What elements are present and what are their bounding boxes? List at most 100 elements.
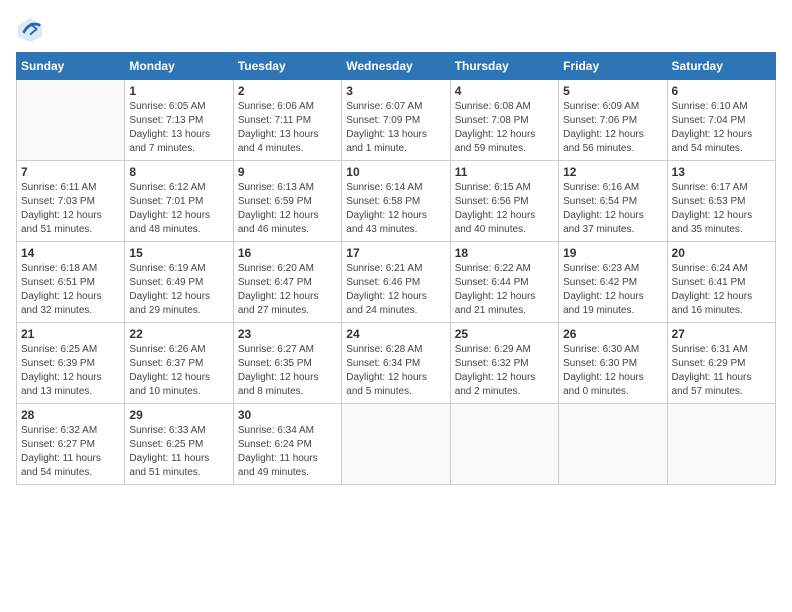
calendar-cell: 20 Sunrise: 6:24 AM Sunset: 6:41 PM Dayli… [667,242,775,323]
day-of-week-header: Thursday [450,53,558,80]
day-of-week-header: Wednesday [342,53,450,80]
day-of-week-header: Saturday [667,53,775,80]
day-info: Sunrise: 6:31 AM Sunset: 6:29 PM Dayligh… [672,343,771,399]
calendar-header-row: SundayMondayTuesdayWednesdayThursdayFrid… [17,53,776,80]
day-number: 25 [455,327,554,341]
day-info: Sunrise: 6:24 AM Sunset: 6:41 PM Dayligh… [672,262,771,318]
logo [16,16,48,44]
day-number: 8 [129,165,228,179]
day-number: 14 [21,246,120,260]
day-info: Sunrise: 6:33 AM Sunset: 6:25 PM Dayligh… [129,424,228,480]
day-number: 17 [346,246,445,260]
day-info: Sunrise: 6:19 AM Sunset: 6:49 PM Dayligh… [129,262,228,318]
day-number: 6 [672,84,771,98]
day-number: 7 [21,165,120,179]
calendar-week-row: 1 Sunrise: 6:05 AM Sunset: 7:13 PM Daylig… [17,80,776,161]
calendar-cell: 6Sunrise: 6:10 AM Sunset: 7:04 PM Daylig… [667,80,775,161]
calendar-week-row: 28 Sunrise: 6:32 AM Sunset: 6:27 PM Dayli… [17,404,776,485]
day-number: 29 [129,408,228,422]
day-number: 1 [129,84,228,98]
day-info: Sunrise: 6:09 AM Sunset: 7:06 PM Dayligh… [563,100,662,156]
day-of-week-header: Tuesday [233,53,341,80]
calendar-cell: 10Sunrise: 6:14 AM Sunset: 6:58 PM Dayli… [342,161,450,242]
day-info: Sunrise: 6:26 AM Sunset: 6:37 PM Dayligh… [129,343,228,399]
day-info: Sunrise: 6:07 AM Sunset: 7:09 PM Dayligh… [346,100,445,156]
calendar-cell: 17 Sunrise: 6:21 AM Sunset: 6:46 PM Dayli… [342,242,450,323]
day-number: 15 [129,246,228,260]
day-number: 23 [238,327,337,341]
day-number: 20 [672,246,771,260]
calendar-cell: 25 Sunrise: 6:29 AM Sunset: 6:32 PM Dayli… [450,323,558,404]
calendar-cell [17,80,125,161]
day-of-week-header: Friday [559,53,667,80]
calendar-cell [667,404,775,485]
calendar-cell: 9 Sunrise: 6:13 AM Sunset: 6:59 PM Daylig… [233,161,341,242]
day-info: Sunrise: 6:32 AM Sunset: 6:27 PM Dayligh… [21,424,120,480]
day-info: Sunrise: 6:12 AM Sunset: 7:01 PM Dayligh… [129,181,228,237]
day-number: 19 [563,246,662,260]
day-number: 9 [238,165,337,179]
calendar-cell: 22 Sunrise: 6:26 AM Sunset: 6:37 PM Dayli… [125,323,233,404]
day-info: Sunrise: 6:29 AM Sunset: 6:32 PM Dayligh… [455,343,554,399]
day-info: Sunrise: 6:27 AM Sunset: 6:35 PM Dayligh… [238,343,337,399]
calendar-cell: 4 Sunrise: 6:08 AM Sunset: 7:08 PM Daylig… [450,80,558,161]
calendar-cell [450,404,558,485]
calendar-cell [559,404,667,485]
day-info: Sunrise: 6:21 AM Sunset: 6:46 PM Dayligh… [346,262,445,318]
day-number: 3 [346,84,445,98]
day-number: 10 [346,165,445,179]
day-number: 24 [346,327,445,341]
calendar-cell: 7Sunrise: 6:11 AM Sunset: 7:03 PM Daylig… [17,161,125,242]
day-info: Sunrise: 6:22 AM Sunset: 6:44 PM Dayligh… [455,262,554,318]
calendar-cell: 12 Sunrise: 6:16 AM Sunset: 6:54 PM Dayli… [559,161,667,242]
day-number: 26 [563,327,662,341]
calendar-cell [342,404,450,485]
day-info: Sunrise: 6:23 AM Sunset: 6:42 PM Dayligh… [563,262,662,318]
calendar-cell: 2 Sunrise: 6:06 AM Sunset: 7:11 PM Daylig… [233,80,341,161]
day-info: Sunrise: 6:16 AM Sunset: 6:54 PM Dayligh… [563,181,662,237]
day-of-week-header: Monday [125,53,233,80]
page-header [16,16,776,44]
day-number: 13 [672,165,771,179]
calendar-cell: 28 Sunrise: 6:32 AM Sunset: 6:27 PM Dayli… [17,404,125,485]
day-info: Sunrise: 6:34 AM Sunset: 6:24 PM Dayligh… [238,424,337,480]
day-number: 12 [563,165,662,179]
calendar-cell: 26 Sunrise: 6:30 AM Sunset: 6:30 PM Dayli… [559,323,667,404]
calendar-week-row: 21Sunrise: 6:25 AM Sunset: 6:39 PM Dayli… [17,323,776,404]
day-of-week-header: Sunday [17,53,125,80]
calendar-week-row: 14Sunrise: 6:18 AM Sunset: 6:51 PM Dayli… [17,242,776,323]
calendar-cell: 29 Sunrise: 6:33 AM Sunset: 6:25 PM Dayli… [125,404,233,485]
day-info: Sunrise: 6:13 AM Sunset: 6:59 PM Dayligh… [238,181,337,237]
day-info: Sunrise: 6:08 AM Sunset: 7:08 PM Dayligh… [455,100,554,156]
day-number: 22 [129,327,228,341]
calendar-cell: 19 Sunrise: 6:23 AM Sunset: 6:42 PM Dayli… [559,242,667,323]
calendar-cell: 21Sunrise: 6:25 AM Sunset: 6:39 PM Dayli… [17,323,125,404]
day-info: Sunrise: 6:06 AM Sunset: 7:11 PM Dayligh… [238,100,337,156]
day-number: 5 [563,84,662,98]
calendar-cell: 8 Sunrise: 6:12 AM Sunset: 7:01 PM Daylig… [125,161,233,242]
day-number: 27 [672,327,771,341]
calendar-cell: 27 Sunrise: 6:31 AM Sunset: 6:29 PM Dayli… [667,323,775,404]
day-number: 30 [238,408,337,422]
calendar-cell: 11Sunrise: 6:15 AM Sunset: 6:56 PM Dayli… [450,161,558,242]
day-info: Sunrise: 6:15 AM Sunset: 6:56 PM Dayligh… [455,181,554,237]
calendar-cell: 23 Sunrise: 6:27 AM Sunset: 6:35 PM Dayli… [233,323,341,404]
calendar-cell: 18 Sunrise: 6:22 AM Sunset: 6:44 PM Dayli… [450,242,558,323]
calendar-table: SundayMondayTuesdayWednesdayThursdayFrid… [16,52,776,485]
calendar-cell: 13Sunrise: 6:17 AM Sunset: 6:53 PM Dayli… [667,161,775,242]
logo-icon [16,16,44,44]
calendar-cell: 24Sunrise: 6:28 AM Sunset: 6:34 PM Dayli… [342,323,450,404]
day-number: 18 [455,246,554,260]
calendar-cell: 30 Sunrise: 6:34 AM Sunset: 6:24 PM Dayli… [233,404,341,485]
day-info: Sunrise: 6:05 AM Sunset: 7:13 PM Dayligh… [129,100,228,156]
day-number: 21 [21,327,120,341]
calendar-cell: 14Sunrise: 6:18 AM Sunset: 6:51 PM Dayli… [17,242,125,323]
calendar-cell: 3 Sunrise: 6:07 AM Sunset: 7:09 PM Daylig… [342,80,450,161]
day-number: 28 [21,408,120,422]
day-number: 16 [238,246,337,260]
day-info: Sunrise: 6:30 AM Sunset: 6:30 PM Dayligh… [563,343,662,399]
day-number: 2 [238,84,337,98]
calendar-week-row: 7Sunrise: 6:11 AM Sunset: 7:03 PM Daylig… [17,161,776,242]
day-number: 4 [455,84,554,98]
calendar-cell: 5 Sunrise: 6:09 AM Sunset: 7:06 PM Daylig… [559,80,667,161]
